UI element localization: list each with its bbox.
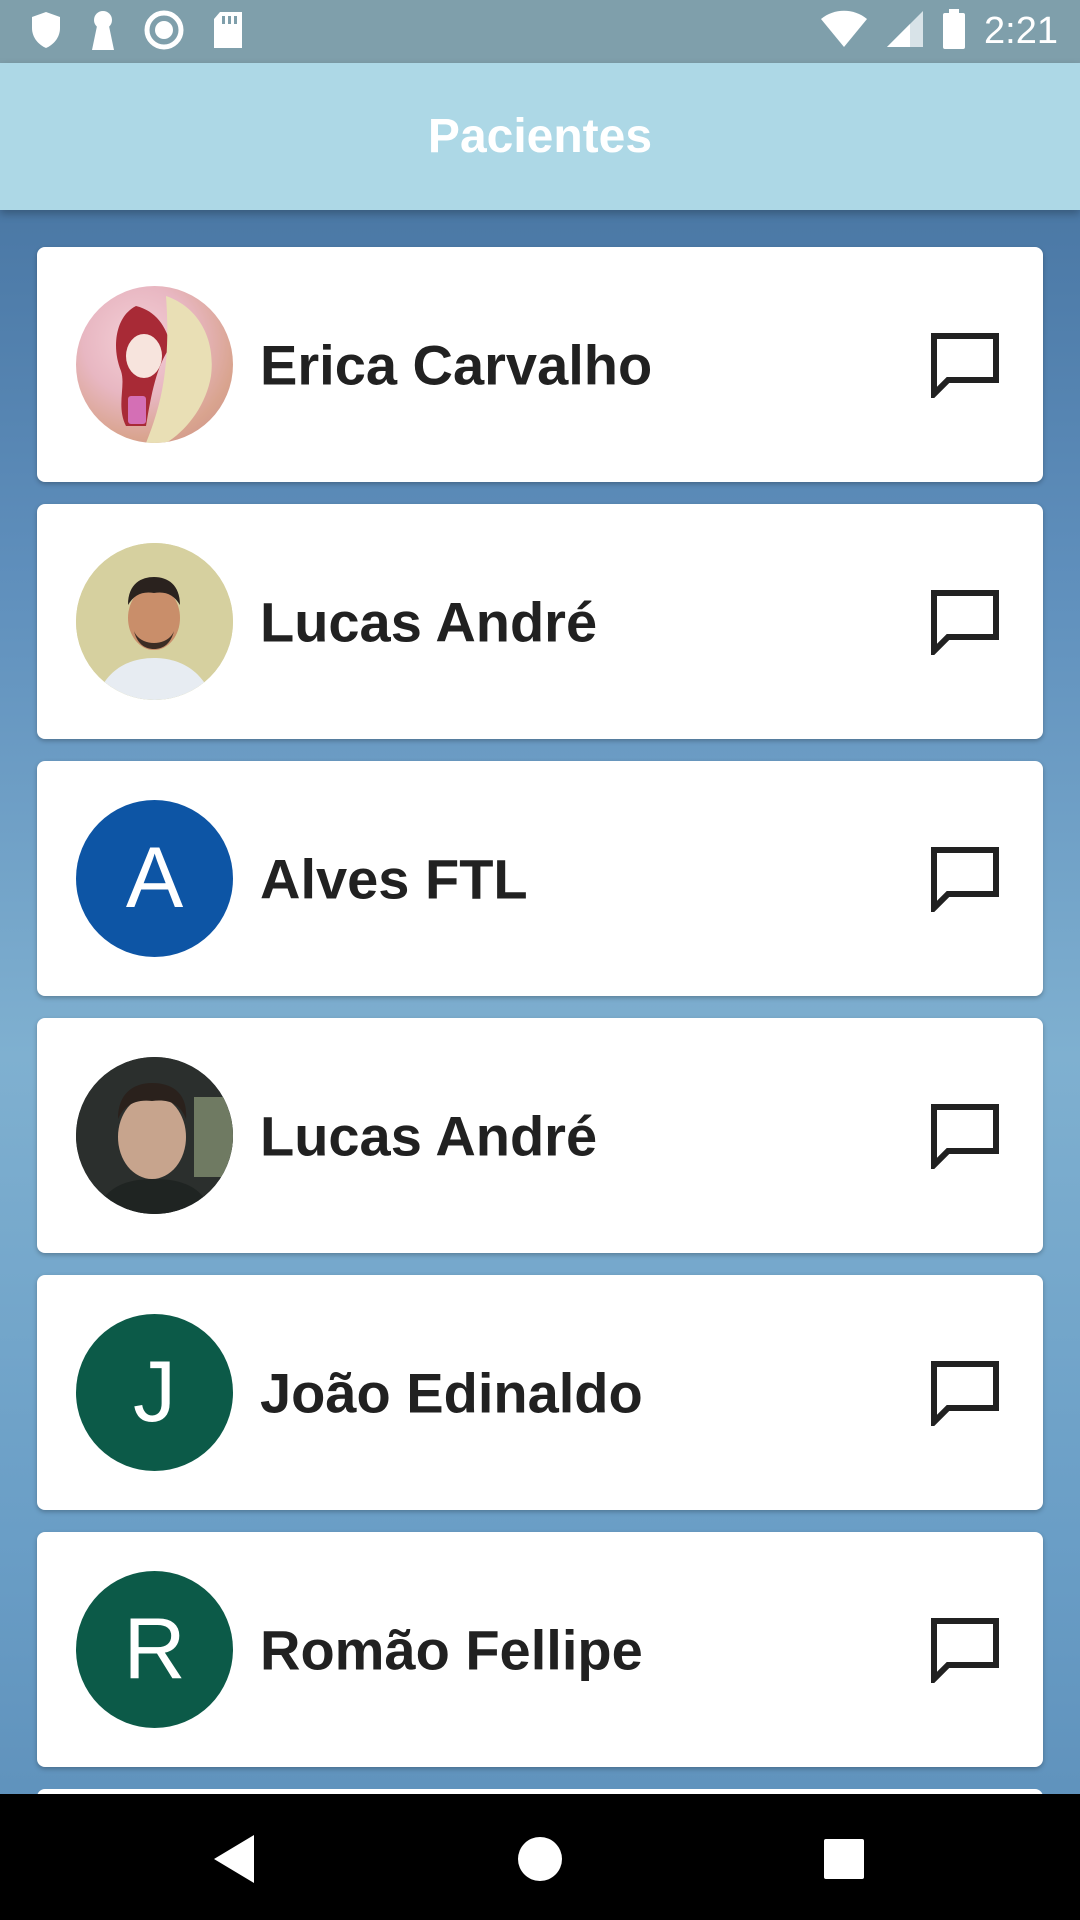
- signal-icon: [886, 10, 924, 53]
- patient-name: Lucas André: [260, 1104, 598, 1167]
- avatar-letter: A: [125, 830, 184, 926]
- patient-card[interactable]: R Romão Fellipe: [37, 1532, 1043, 1767]
- patient-card[interactable]: Erica Carvalho: [37, 247, 1043, 482]
- chat-bubble-icon: [931, 1617, 999, 1683]
- home-icon: [518, 1837, 562, 1881]
- avatar: [76, 286, 233, 443]
- status-bar: 2:21: [0, 0, 1080, 63]
- chat-button[interactable]: [925, 1610, 1005, 1690]
- patient-name: Alves FTL: [260, 847, 528, 910]
- chat-button[interactable]: [925, 325, 1005, 405]
- chat-button[interactable]: [925, 1096, 1005, 1176]
- back-button[interactable]: [190, 1814, 280, 1904]
- page-title: Pacientes: [427, 110, 653, 163]
- patient-card[interactable]: Lucas André: [37, 1018, 1043, 1253]
- avatar: J: [76, 1314, 233, 1471]
- status-left-icons: [30, 10, 244, 55]
- sd-card-icon: [212, 11, 244, 54]
- chat-button[interactable]: [925, 839, 1005, 919]
- screen: 2:21 Pacientes Erica Carvalho Lucas Andr…: [0, 0, 1080, 1920]
- recents-button[interactable]: [799, 1814, 889, 1904]
- patient-card[interactable]: J João Edinaldo: [37, 1275, 1043, 1510]
- avatar: [76, 543, 233, 700]
- back-icon: [214, 1835, 254, 1883]
- keyhole-icon: [90, 10, 116, 55]
- record-icon: [144, 10, 184, 55]
- patient-name: Lucas André: [260, 590, 598, 653]
- avatar: A: [76, 800, 233, 957]
- app-bar: Pacientes: [0, 63, 1080, 210]
- chat-bubble-icon: [931, 1103, 999, 1169]
- status-right-icons: 2:21: [820, 8, 1058, 54]
- home-button[interactable]: [495, 1814, 585, 1904]
- chat-bubble-icon: [931, 332, 999, 398]
- patient-card[interactable]: A Alves FTL: [37, 761, 1043, 996]
- avatar: [76, 1057, 233, 1214]
- recents-icon: [824, 1839, 864, 1879]
- avatar-letter: R: [123, 1601, 186, 1697]
- chat-bubble-icon: [931, 846, 999, 912]
- avatar: R: [76, 1571, 233, 1728]
- chat-button[interactable]: [925, 1353, 1005, 1433]
- patient-list: Erica Carvalho Lucas André A Alves FTL L…: [37, 247, 1043, 1789]
- patient-name: Romão Fellipe: [260, 1618, 643, 1681]
- shield-icon: [30, 11, 62, 54]
- chat-bubble-icon: [931, 1360, 999, 1426]
- patient-card[interactable]: Lucas André: [37, 504, 1043, 739]
- wifi-icon: [820, 10, 868, 53]
- patient-name: João Edinaldo: [260, 1361, 643, 1424]
- chat-button[interactable]: [925, 582, 1005, 662]
- patient-name: Erica Carvalho: [260, 333, 653, 396]
- battery-icon: [942, 8, 966, 54]
- avatar-letter: J: [133, 1344, 176, 1440]
- status-time: 2:21: [984, 9, 1058, 52]
- navigation-bar: [0, 1794, 1080, 1920]
- chat-bubble-icon: [931, 589, 999, 655]
